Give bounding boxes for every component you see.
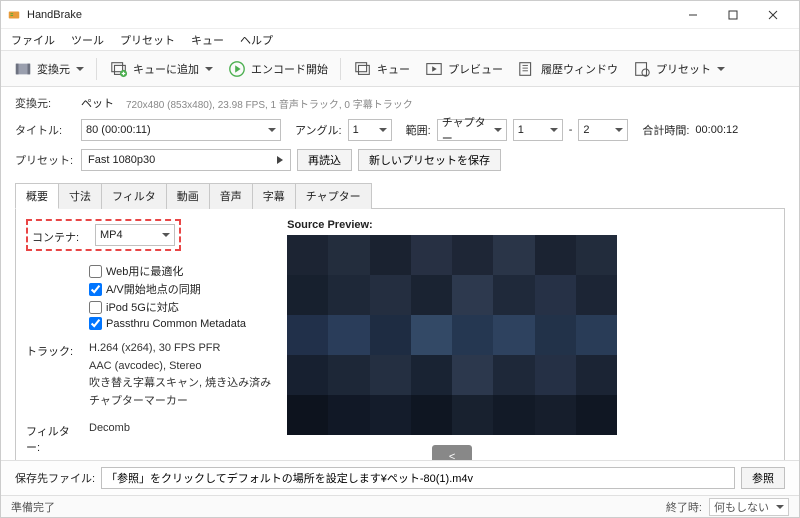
chevron-down-icon: [162, 233, 170, 237]
chevron-down-icon: [494, 128, 502, 132]
range-label: 範囲:: [406, 122, 431, 138]
passthru-checkbox[interactable]: Passthru Common Metadata: [89, 317, 246, 330]
play-small-icon: [276, 155, 284, 165]
separator: [340, 58, 341, 80]
chevron-down-icon: [776, 505, 784, 509]
chevron-down-icon: [76, 67, 84, 71]
chevron-down-icon: [379, 128, 387, 132]
title-label: タイトル:: [15, 122, 75, 138]
range-mode-select[interactable]: チャプター: [437, 119, 507, 141]
menu-tools[interactable]: ツール: [65, 30, 110, 50]
tab-video[interactable]: 動画: [166, 183, 210, 209]
dest-label: 保存先ファイル:: [15, 470, 95, 486]
encode-start-button[interactable]: エンコード開始: [221, 57, 334, 81]
film-icon: [13, 59, 33, 79]
preview-button[interactable]: プレビュー: [418, 57, 509, 81]
queue-button[interactable]: キュー: [347, 57, 416, 81]
angle-label: アングル:: [295, 122, 342, 138]
source-label: 変換元:: [15, 95, 75, 111]
duration-label: 合計時間:: [642, 122, 689, 138]
toolbar: 変換元 キューに追加 エンコード開始 キュー プレビュー 履歴ウィンドウ プリセ…: [1, 51, 799, 87]
chevron-down-icon: [550, 128, 558, 132]
source-info: 720x480 (853x480), 23.98 FPS, 1 音声トラック, …: [126, 96, 413, 111]
menubar: ファイル ツール プリセット キュー ヘルプ: [1, 29, 799, 51]
history-button[interactable]: 履歴ウィンドウ: [511, 57, 624, 81]
ipod-checkbox[interactable]: iPod 5Gに対応: [89, 299, 246, 315]
title-select[interactable]: 80 (00:00:11): [81, 119, 281, 141]
chevron-down-icon: [205, 67, 213, 71]
done-action-select[interactable]: 何もしない: [709, 498, 789, 516]
filter-label: フィルター:: [26, 420, 81, 455]
chevron-down-icon: [268, 128, 276, 132]
history-icon: [517, 59, 537, 79]
source-preview: [287, 235, 617, 435]
range-to-select[interactable]: 2: [578, 119, 628, 141]
preview-label: Source Preview:: [287, 219, 617, 231]
duration-value: 00:00:12: [695, 124, 738, 136]
source-name: ペット: [81, 95, 114, 111]
browse-button[interactable]: 参照: [741, 467, 785, 489]
angle-select[interactable]: 1: [348, 119, 392, 141]
preview-icon: [424, 59, 444, 79]
track-subtitle: 吹き替え字幕スキャン, 焼き込み済み: [89, 375, 271, 393]
track-video: H.264 (x264), 30 FPS PFR: [89, 340, 271, 358]
tab-subtitles[interactable]: 字幕: [252, 183, 296, 209]
maximize-button[interactable]: [713, 2, 753, 28]
chevron-down-icon: [615, 128, 623, 132]
separator: [96, 58, 97, 80]
chevron-down-icon: [717, 67, 725, 71]
tab-chapters[interactable]: チャプター: [295, 183, 372, 209]
range-from-select[interactable]: 1: [513, 119, 563, 141]
queue-add-icon: [109, 59, 129, 79]
titlebar: HandBrake: [1, 1, 799, 29]
av-start-checkbox[interactable]: A/V開始地点の同期: [89, 281, 246, 297]
tab-filters[interactable]: フィルタ: [101, 183, 167, 209]
preset-label: プリセット:: [15, 152, 75, 168]
menu-queue[interactable]: キュー: [185, 30, 230, 50]
tab-strip: 概要 寸法 フィルタ 動画 音声 字幕 チャプター: [15, 183, 785, 209]
minimize-button[interactable]: [673, 2, 713, 28]
menu-file[interactable]: ファイル: [5, 30, 61, 50]
container-label: コンテナ:: [32, 226, 87, 245]
dest-path-input[interactable]: [101, 467, 735, 489]
preview-nav-back[interactable]: <: [432, 445, 472, 460]
tab-audio[interactable]: 音声: [209, 183, 253, 209]
content-area: 変換元: ペット 720x480 (853x480), 23.98 FPS, 1…: [1, 87, 799, 460]
play-icon: [227, 59, 247, 79]
source-button[interactable]: 変換元: [7, 57, 90, 81]
web-optimize-checkbox[interactable]: Web用に最適化: [89, 263, 246, 279]
container-select[interactable]: MP4: [95, 224, 175, 246]
track-chapter: チャプターマーカー: [89, 393, 271, 411]
save-preset-button[interactable]: 新しいプリセットを保存: [358, 149, 501, 171]
close-button[interactable]: [753, 2, 793, 28]
container-highlight: コンテナ: MP4: [26, 219, 181, 251]
status-ready: 準備完了: [11, 499, 55, 515]
app-title: HandBrake: [27, 9, 82, 21]
presets-button[interactable]: プリセット: [626, 57, 731, 81]
filter-value: Decomb: [89, 420, 130, 438]
range-dash: -: [569, 124, 573, 136]
reload-button[interactable]: 再読込: [297, 149, 352, 171]
destination-row: 保存先ファイル: 参照: [1, 460, 799, 495]
preset-select[interactable]: Fast 1080p30: [81, 149, 291, 171]
track-audio: AAC (avcodec), Stereo: [89, 358, 271, 376]
tab-panel-summary: コンテナ: MP4 Web用に最適化 A/V開始地点の同期 iPod 5Gに対応…: [15, 208, 785, 460]
menu-presets[interactable]: プリセット: [114, 30, 181, 50]
tab-dimensions[interactable]: 寸法: [58, 183, 102, 209]
add-queue-button[interactable]: キューに追加: [103, 57, 219, 81]
done-label: 終了時:: [666, 502, 702, 514]
queue-icon: [353, 59, 373, 79]
tab-summary[interactable]: 概要: [15, 183, 59, 209]
gear-icon: [632, 59, 652, 79]
status-bar: 準備完了 終了時: 何もしない: [1, 495, 799, 517]
track-label: トラック:: [26, 340, 81, 359]
menu-help[interactable]: ヘルプ: [234, 30, 279, 50]
app-icon: [7, 8, 21, 22]
